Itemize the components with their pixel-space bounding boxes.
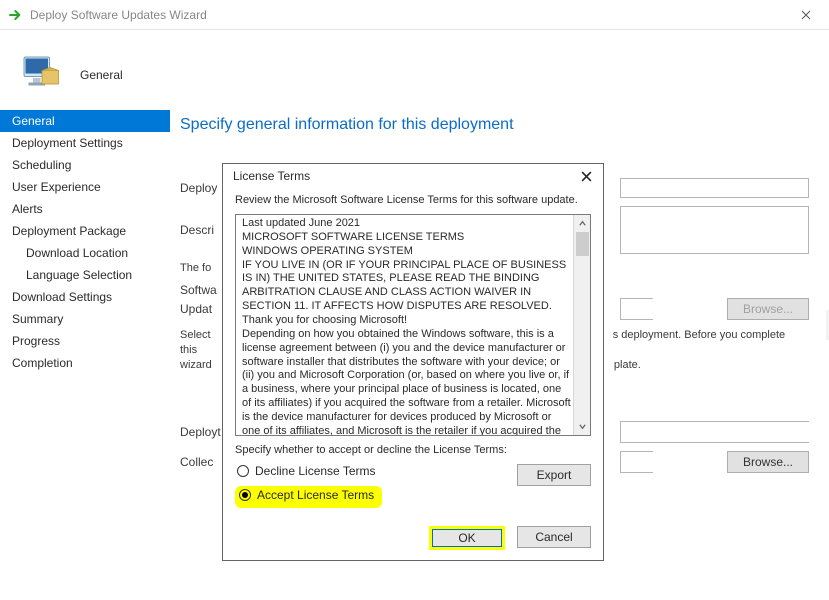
nav-language-selection[interactable]: Language Selection <box>0 264 170 286</box>
dialog-instruction: Review the Microsoft Software License Te… <box>235 194 591 206</box>
label-wizard-trunc: wizard <box>180 359 212 371</box>
collection-input[interactable] <box>620 451 653 473</box>
scroll-up-icon[interactable] <box>574 215 591 232</box>
export-button[interactable]: Export <box>517 464 591 486</box>
page-title: Specify general information for this dep… <box>180 116 809 134</box>
nav-completion[interactable]: Completion <box>0 352 170 374</box>
eula-textbox[interactable]: Last updated June 2021 MICROSOFT SOFTWAR… <box>235 214 591 436</box>
radio-accept-label: Accept License Terms <box>257 488 374 502</box>
nav-download-location[interactable]: Download Location <box>0 242 170 264</box>
wizard-page-name: General <box>80 68 123 82</box>
nav-summary[interactable]: Summary <box>0 308 170 330</box>
radio-decline-label: Decline License Terms <box>255 464 376 478</box>
dialog-title: License Terms <box>233 169 310 183</box>
dialog-subinstruction: Specify whether to accept or decline the… <box>235 444 591 456</box>
window-close-button[interactable] <box>783 0 829 30</box>
label-descr-trunc: Descri <box>180 223 220 237</box>
computer-package-icon <box>18 51 66 99</box>
label-deployt-trunc: Deployt <box>180 425 220 439</box>
scroll-thumb[interactable] <box>576 232 589 256</box>
window-title: Deploy Software Updates Wizard <box>30 8 207 22</box>
note-tail-b: plate. <box>614 359 641 371</box>
nav-general[interactable]: General <box>0 110 170 132</box>
ok-button[interactable]: OK <box>429 526 505 550</box>
nav-deployment-package[interactable]: Deployment Package <box>0 220 170 242</box>
radio-accept[interactable]: Accept License Terms <box>235 486 382 508</box>
label-deploy-trunc: Deploy <box>180 181 220 195</box>
nav-user-experience[interactable]: User Experience <box>0 176 170 198</box>
browse-button-disabled: Browse... <box>727 298 809 320</box>
wizard-nav: General Deployment Settings Scheduling U… <box>0 110 170 600</box>
scroll-down-icon[interactable] <box>574 418 591 435</box>
nav-deployment-settings[interactable]: Deployment Settings <box>0 132 170 154</box>
deploy-arrow-icon <box>8 7 24 23</box>
nav-alerts[interactable]: Alerts <box>0 198 170 220</box>
nav-progress[interactable]: Progress <box>0 330 170 352</box>
label-softwa-trunc: Softwa <box>180 284 220 296</box>
wizard-header: General <box>0 30 829 110</box>
cancel-button[interactable]: Cancel <box>517 526 591 548</box>
eula-text: Last updated June 2021 MICROSOFT SOFTWAR… <box>242 217 572 436</box>
deployment-template-input[interactable] <box>620 421 809 443</box>
titlebar: Deploy Software Updates Wizard <box>0 0 829 30</box>
description-input[interactable] <box>620 206 809 254</box>
radio-decline[interactable]: Decline License Terms <box>237 464 382 478</box>
eula-scrollbar[interactable] <box>573 215 590 435</box>
browse-button[interactable]: Browse... <box>727 451 809 473</box>
nav-scheduling[interactable]: Scheduling <box>0 154 170 176</box>
dialog-close-button[interactable] <box>575 165 597 187</box>
deployment-name-input[interactable] <box>620 178 809 198</box>
software-update-group-input[interactable] <box>620 298 653 320</box>
label-updat-trunc: Updat <box>180 302 220 316</box>
label-thefo-trunc: The fo <box>180 262 211 274</box>
label-collec-trunc: Collec <box>180 455 220 469</box>
label-select-trunc: Select <box>180 329 211 341</box>
nav-download-settings[interactable]: Download Settings <box>0 286 170 308</box>
license-terms-dialog: License Terms Review the Microsoft Softw… <box>222 163 604 561</box>
